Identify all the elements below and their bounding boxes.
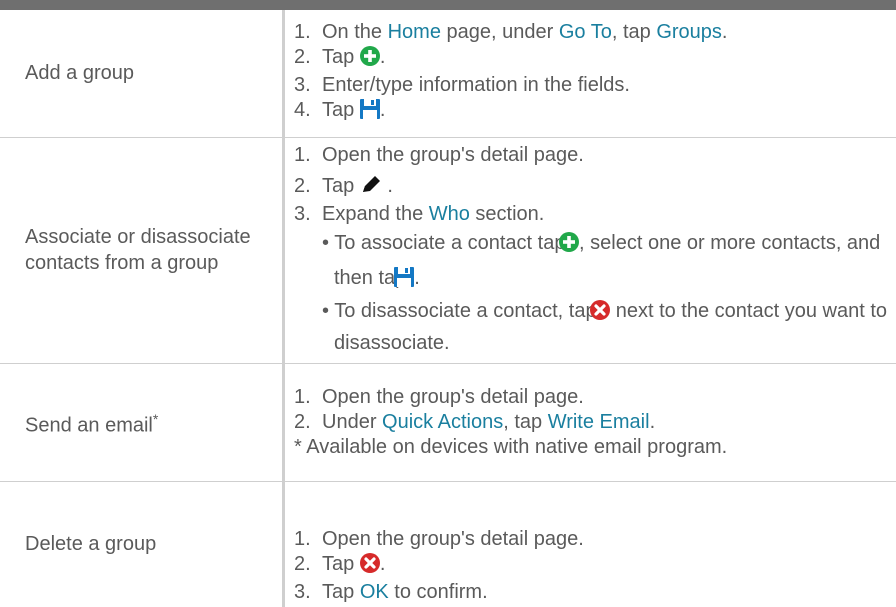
plus-circle-icon — [359, 46, 380, 73]
steps-list: 1. Open the group's detail page. 2. Under … — [294, 385, 896, 460]
step-number: 2. — [294, 553, 311, 575]
step-text: . — [379, 46, 386, 69]
task-label: Send an email* — [0, 363, 285, 482]
step-item: 3. Tap OK to confirm. — [294, 580, 896, 605]
step-text: , tap — [503, 410, 548, 433]
table-row: Associate or disassociate contacts from … — [0, 137, 896, 364]
step-text: . — [379, 553, 386, 575]
task-label: Delete a group — [0, 481, 285, 607]
footnote-marker: * — [152, 410, 159, 427]
bullet-item: • To associate a contact tap , select on… — [294, 227, 896, 297]
step-text: Tap — [322, 174, 355, 197]
bullet: • — [322, 231, 330, 254]
step-number: 4. — [294, 99, 311, 122]
step-number: 3. — [294, 202, 311, 225]
plus-circle-icon — [559, 230, 580, 262]
step-text: Tap — [322, 581, 360, 603]
bullet-item: • To disassociate a contact, tap next to… — [294, 297, 896, 358]
step-number: 3. — [294, 74, 311, 97]
step-text: . — [414, 266, 420, 289]
steps-list: 1. On the Home page, under Go To, tap Gro… — [294, 20, 896, 126]
step-number: 2. — [294, 410, 311, 433]
x-circle-icon — [590, 299, 611, 329]
quick-actions-link[interactable]: Quick Actions — [382, 411, 503, 433]
step-number: 2. — [294, 46, 311, 69]
step-item: 1. Open the group's detail page. — [294, 385, 896, 410]
step-item: 3. Enter/type information in the fields. — [294, 73, 896, 98]
step-item: 3. Expand the Who section. — [294, 202, 896, 227]
table-row: Send an email* 1. Open the group's detail… — [0, 363, 896, 482]
table-row: Delete a group 1. Open the group's detail… — [0, 481, 896, 607]
step-number: 1. — [294, 385, 311, 408]
steps-cell: 1. Open the group's detail page. 2. Tap . … — [284, 481, 896, 607]
step-number: 1. — [294, 21, 311, 44]
pencil-icon — [360, 175, 382, 202]
step-number: 2. — [294, 174, 311, 197]
step-text: . — [649, 410, 656, 433]
step-item: 2. Tap . — [294, 552, 896, 580]
step-item: 2. Tap . — [294, 45, 896, 73]
step-text: section. — [469, 202, 545, 225]
step-number: 3. — [294, 581, 311, 603]
table-row: Add a group 1. On the Home page, under Go… — [0, 10, 896, 138]
step-text: On the — [322, 21, 388, 44]
steps-list: 1. Open the group's detail page. 2. Tap . … — [294, 527, 896, 605]
step-text: Tap — [322, 46, 355, 69]
step-number: 1. — [294, 528, 311, 550]
step-text: Tap — [322, 553, 355, 575]
step-item: 1. On the Home page, under Go To, tap Gro… — [294, 20, 896, 45]
step-number: 1. — [294, 143, 311, 166]
task-label: Associate or disassociate contacts from … — [0, 137, 285, 364]
step-item: 4. Tap . — [294, 98, 896, 126]
step-text: Open the group's detail page. — [322, 143, 584, 166]
step-item: 2. Under Quick Actions, tap Write Email. — [294, 410, 896, 435]
ok-link[interactable]: OK — [360, 581, 389, 603]
step-text: . — [721, 21, 728, 44]
step-text: to confirm. — [388, 581, 488, 603]
steps-cell: 1. Open the group's detail page. 2. Under … — [283, 363, 896, 482]
bullet: • — [322, 299, 330, 322]
step-text: To disassociate a contact, tap — [334, 299, 603, 322]
groups-task-table: Add a group 1. On the Home page, under Go… — [0, 10, 896, 607]
step-text: Open the group's detail page. — [322, 528, 584, 550]
steps-cell: 1. On the Home page, under Go To, tap Gro… — [283, 10, 896, 138]
top-bar — [0, 0, 896, 10]
step-text: Enter/type information in the fields. — [322, 74, 630, 97]
who-link[interactable]: Who — [429, 203, 470, 225]
go-to-link[interactable]: Go To — [559, 21, 612, 43]
save-icon — [359, 99, 380, 126]
step-item: 2. Tap . — [294, 174, 896, 202]
step-text: Open the group's detail page. — [322, 385, 584, 408]
step-text: Tap — [322, 99, 355, 122]
footnote: * Available on devices with native email… — [294, 435, 728, 458]
step-text: Under — [322, 410, 383, 433]
write-email-link[interactable]: Write Email — [548, 411, 650, 433]
groups-link[interactable]: Groups — [656, 21, 722, 43]
steps-cell: 1. Open the group's detail page. 2. Tap . … — [283, 137, 896, 364]
step-text: . — [381, 174, 393, 197]
step-item: 1. Open the group's detail page. — [294, 527, 896, 552]
steps-list: 1. Open the group's detail page. 2. Tap . … — [294, 143, 896, 358]
home-link[interactable]: Home — [388, 21, 441, 43]
step-text: Expand the — [322, 202, 429, 225]
step-item: 1. Open the group's detail page. — [294, 143, 896, 168]
task-label: Add a group — [0, 10, 285, 138]
step-text: To associate a contact tap — [334, 231, 572, 254]
step-text: page, under — [440, 21, 559, 44]
task-label-text: Send an email — [25, 414, 153, 437]
step-text: , tap — [611, 21, 657, 44]
x-circle-icon — [359, 553, 380, 580]
step-text: . — [379, 99, 386, 122]
